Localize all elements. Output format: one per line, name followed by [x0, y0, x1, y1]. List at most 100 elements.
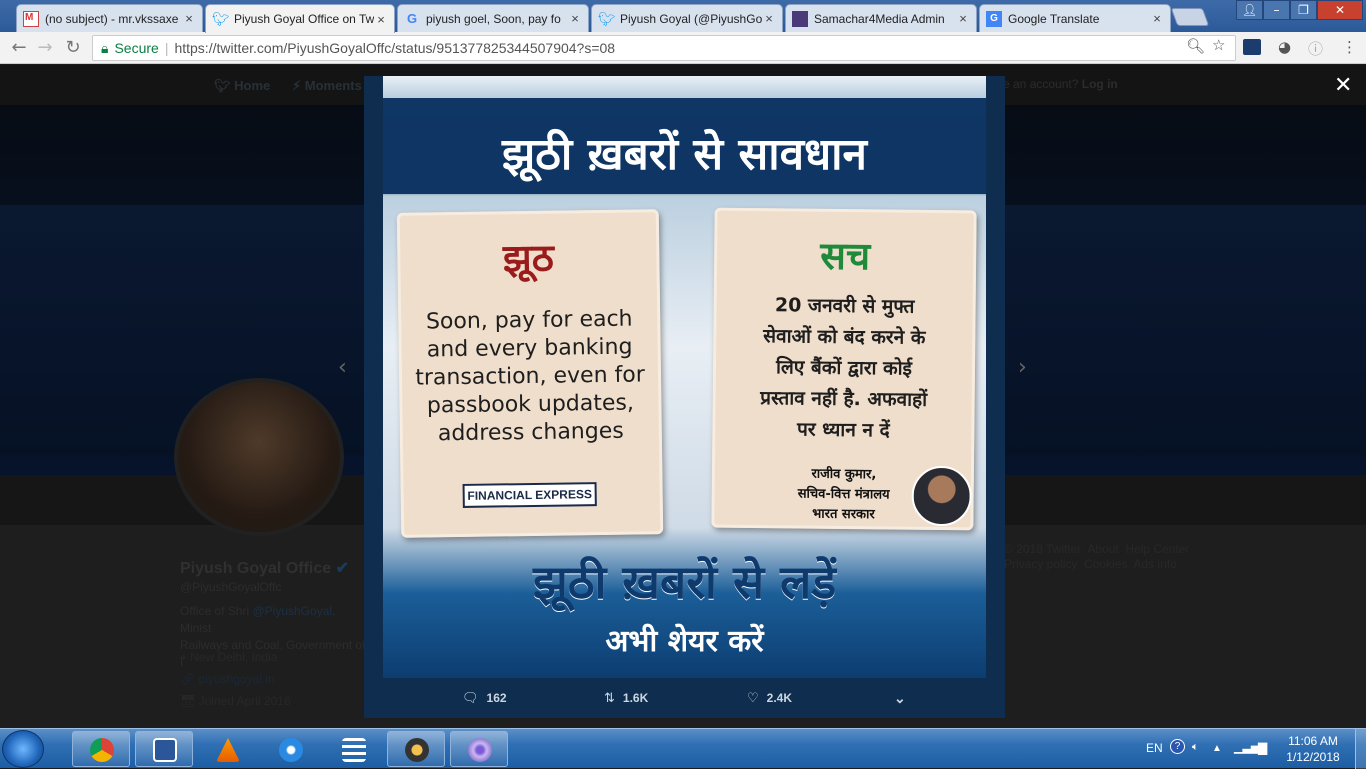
reply-icon: 🗨︎	[462, 690, 479, 705]
reload-button[interactable]: ↻	[62, 37, 84, 59]
samachar-icon	[792, 10, 808, 27]
close-icon[interactable]: ×	[374, 12, 388, 27]
tab-google-search[interactable]: G piyush goel, Soon, pay fo ×	[397, 4, 589, 32]
financial-express-logo: FINANCIAL EXPRESS	[462, 482, 597, 508]
close-icon[interactable]: ×	[568, 11, 582, 26]
truth-text: 20 जनवरी से मुफ्त सेवाओं को बंद करने के …	[718, 290, 970, 448]
menu-icon	[342, 738, 366, 762]
retweet-button[interactable]: ⇅ 1.6K	[604, 690, 648, 706]
truth-line: सेवाओं को बंद करने के	[763, 325, 926, 349]
tab-label: Google Translate	[1008, 11, 1100, 26]
gmail-icon: M	[23, 10, 39, 27]
google-icon: G	[406, 10, 418, 26]
clock-date: 1/12/2018	[1286, 750, 1340, 764]
fake-line: transaction, even for	[415, 362, 645, 391]
truth-heading: सच	[820, 233, 871, 279]
previous-arrow-icon[interactable]: ‹	[338, 355, 347, 380]
start-button[interactable]	[2, 730, 44, 768]
info-extension-icon[interactable]: ⓘ	[1308, 38, 1323, 59]
security-label: Secure	[114, 40, 159, 56]
truth-line: प्रस्ताव नहीं है. अफवाहों	[760, 387, 928, 411]
volume-icon[interactable]: 🔈︎	[1192, 741, 1199, 754]
network-signal-icon[interactable]: ▁▃▅	[1234, 741, 1259, 754]
signature-line: राजीव कुमार,	[811, 466, 877, 483]
close-icon[interactable]: ×	[182, 11, 196, 26]
taskbar-ie[interactable]	[261, 731, 319, 767]
translate-icon: G	[986, 10, 1002, 27]
tab-label: piyush goel, Soon, pay fo	[426, 11, 561, 26]
windows-taskbar: EN ? 🔈︎ ▲ ▁▃▅ ▇ 11:06 AM 1/12/2018	[0, 728, 1366, 769]
fake-line: Soon, pay for each	[425, 306, 633, 335]
taskbar-chrome[interactable]	[72, 731, 130, 767]
news-extension-icon[interactable]	[1243, 39, 1261, 55]
twitter-icon: 🐦︎	[212, 11, 230, 27]
new-tab-button[interactable]	[1170, 8, 1210, 26]
lock-icon: 🔒︎	[101, 40, 109, 56]
ie-icon	[279, 738, 303, 762]
system-clock[interactable]: 11:06 AM 1/12/2018	[1282, 733, 1344, 765]
fake-heading: झूठ	[502, 235, 555, 281]
tweet-image: झूठी ख़बरों से सावधान झूठ Soon, pay for …	[383, 76, 986, 678]
tab-samachar[interactable]: Samachar4Media Admin ×	[785, 4, 977, 32]
close-modal-button[interactable]: ✕	[1334, 73, 1352, 98]
close-window-button[interactable]: ✕	[1317, 0, 1363, 20]
close-icon[interactable]: ×	[762, 11, 776, 26]
word-icon	[153, 738, 177, 762]
back-button[interactable]: ←	[8, 37, 30, 59]
vlc-icon	[216, 738, 240, 762]
truth-line: पर ध्यान न दें	[796, 418, 890, 442]
taskbar-media[interactable]	[387, 731, 445, 767]
chrome-icon	[90, 738, 114, 762]
official-signature: राजीव कुमार, सचिव-वित्त मंत्रालय भारत सर…	[757, 464, 930, 526]
taskbar-browser[interactable]	[450, 731, 508, 767]
clock-time: 11:06 AM	[1288, 734, 1338, 748]
fake-line: address changes	[437, 418, 624, 447]
tab-twitter-profile[interactable]: 🐦︎ Piyush Goyal (@PiyushGo ×	[591, 4, 783, 32]
tab-google-translate[interactable]: G Google Translate ×	[979, 4, 1171, 32]
next-arrow-icon[interactable]: ›	[1018, 355, 1027, 380]
zoom-search-icon[interactable]: 🔍︎	[1186, 37, 1205, 55]
heart-icon: ♡	[747, 690, 759, 705]
tab-twitter-status[interactable]: 🐦︎ Piyush Goyal Office on Tw ×	[205, 4, 395, 33]
maximize-button[interactable]: ❐	[1290, 0, 1317, 20]
tray-expand-icon[interactable]: ▲	[1212, 743, 1222, 754]
twitter-icon: 🐦︎	[598, 10, 616, 27]
user-icon[interactable]: 👤︎	[1236, 0, 1263, 20]
taskbar-menu[interactable]	[324, 731, 382, 767]
minimize-button[interactable]: –	[1263, 0, 1290, 20]
browser-tab-bar: M (no subject) - mr.vkssaxe × 🐦︎ Piyush …	[0, 0, 1366, 33]
extension-icon[interactable]: ◕	[1278, 38, 1291, 56]
close-icon[interactable]: ×	[1150, 11, 1164, 26]
media-icon	[405, 738, 429, 762]
truth-line: लिए बैंकों द्वारा कोई	[775, 356, 913, 380]
taskbar-word[interactable]	[135, 731, 193, 767]
menu-icon[interactable]: ⋮	[1342, 38, 1357, 56]
signature-line: सचिव-वित्त मंत्रालय	[797, 486, 890, 503]
more-menu-chevron-down-icon[interactable]: ⌄	[894, 690, 906, 707]
url-input[interactable]: 🔒︎ Secure | https://twitter.com/PiyushGoyal…	[92, 35, 1236, 61]
language-indicator[interactable]: EN	[1146, 741, 1163, 755]
fake-line: and every banking	[426, 334, 633, 363]
official-photo	[911, 465, 972, 527]
fake-news-card: झूठ Soon, pay for each and every banking…	[396, 209, 664, 538]
fake-line: passbook updates,	[426, 390, 635, 419]
reply-count: 162	[486, 691, 507, 705]
tab-gmail[interactable]: M (no subject) - mr.vkssaxe ×	[16, 4, 203, 32]
taskbar-vlc[interactable]	[198, 731, 256, 767]
tab-label: Piyush Goyal Office on Tw	[234, 12, 374, 26]
show-desktop-button[interactable]	[1355, 729, 1366, 769]
like-button[interactable]: ♡ 2.4K	[747, 690, 792, 706]
close-icon[interactable]: ×	[956, 11, 970, 26]
image-title: झूठी ख़बरों से सावधान	[383, 116, 986, 194]
forward-button[interactable]: →	[34, 37, 56, 59]
bookmark-star-icon[interactable]: ☆	[1212, 36, 1225, 54]
media-modal: झूठी ख़बरों से सावधान झूठ Soon, pay for …	[364, 76, 1005, 718]
reply-button[interactable]: 🗨︎ 162	[462, 690, 507, 706]
tab-label: Samachar4Media Admin	[814, 11, 945, 26]
battery-icon[interactable]: ▇	[1258, 741, 1267, 755]
tab-label: Piyush Goyal (@PiyushGo	[620, 11, 762, 26]
help-icon[interactable]: ?	[1170, 739, 1185, 754]
address-bar-row: ← → ↻ 🔒︎ Secure | https://twitter.com/Piyus…	[0, 32, 1366, 64]
url-separator: |	[164, 40, 169, 56]
signature-line: भारत सरकार	[812, 506, 875, 523]
